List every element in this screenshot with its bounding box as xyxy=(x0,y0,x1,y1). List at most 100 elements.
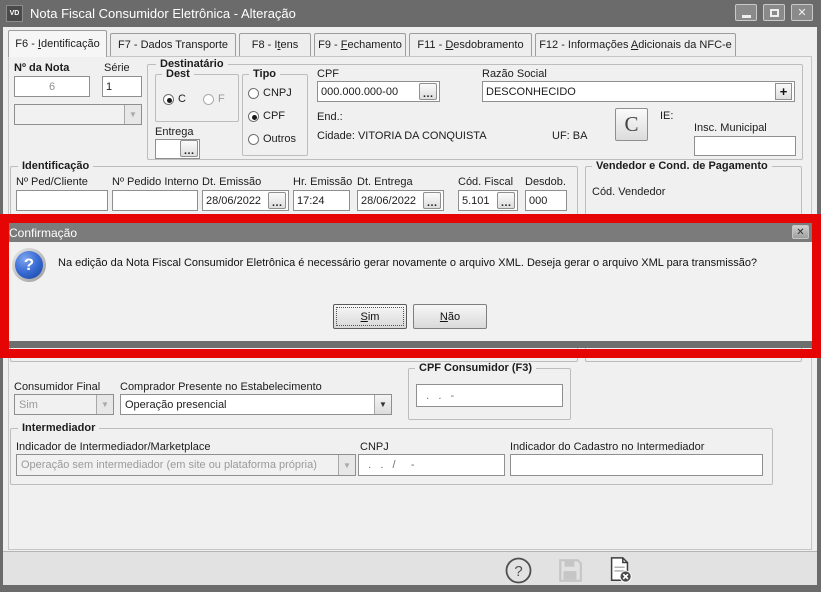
tipo-subgroup-title: Tipo xyxy=(249,68,281,80)
cadastro-intermediador-label: Indicador do Cadastro no Intermediador xyxy=(510,441,705,453)
comprador-presente-combo[interactable]: Operação presencial xyxy=(120,394,392,415)
nota-label: Nº da Nota xyxy=(14,62,70,74)
tab-f12-informacoes-adicionais[interactable]: F12 - Informações Adicionais da NFC-e xyxy=(535,33,736,56)
app-window: VD Nota Fiscal Consumidor Eletrônica - A… xyxy=(0,0,821,592)
dt-entrega-picker-button[interactable] xyxy=(423,192,441,209)
consumidor-final-label: Consumidor Final xyxy=(14,381,101,393)
radio-icon xyxy=(248,110,259,122)
help-button[interactable]: ? xyxy=(504,556,532,584)
cnpj-intermediador-field[interactable]: . . / - xyxy=(358,454,505,476)
cnpj-intermediador-label: CNPJ xyxy=(360,441,389,453)
indicador-intermediador-label: Indicador de Intermediador/Marketplace xyxy=(16,441,211,453)
comprador-presente-label: Comprador Presente no Estabelecimento xyxy=(120,381,322,393)
cancel-document-button[interactable] xyxy=(606,556,634,584)
tab-f8-itens[interactable]: F8 - Itens xyxy=(239,33,311,56)
tab-f7-dados-transporte[interactable]: F7 - Dados Transporte xyxy=(110,33,236,56)
uf-text: UF: BA xyxy=(552,130,588,142)
confirmation-dialog: Confirmação Na edição da Nota Fiscal Con… xyxy=(2,221,814,348)
tab-f6-identificacao[interactable]: F6 - Identificação xyxy=(8,30,107,57)
maximize-button[interactable] xyxy=(763,4,785,21)
radio-tipo-cnpj[interactable]: CNPJ xyxy=(248,87,292,99)
save-icon xyxy=(559,559,582,582)
dt-emissao-field[interactable]: 28/06/2022 xyxy=(202,190,289,211)
cpf-consumidor-field[interactable]: . . - xyxy=(416,384,563,407)
razao-social-add-button[interactable] xyxy=(775,83,792,100)
dialog-yes-button[interactable]: Sim xyxy=(333,304,407,329)
consumidor-c-button[interactable]: C xyxy=(615,108,648,141)
intermediador-group-title: Intermediador xyxy=(18,422,100,434)
chevron-down-icon xyxy=(124,105,141,124)
dialog-titlebar: Confirmação xyxy=(4,223,812,242)
dialog-message: Na edição da Nota Fiscal Consumidor Elet… xyxy=(58,257,758,269)
radio-dest-c[interactable]: C xyxy=(163,93,186,105)
cpf-consumidor-group-title: CPF Consumidor (F3) xyxy=(415,362,537,374)
dt-emissao-label: Dt. Emissão xyxy=(202,176,262,188)
cod-vendedor-label: Cód. Vendedor xyxy=(592,186,666,198)
cod-fiscal-label: Cód. Fiscal xyxy=(458,176,514,188)
serie-field[interactable]: 1 xyxy=(102,76,142,97)
window-title: Nota Fiscal Consumidor Eletrônica - Alte… xyxy=(30,6,296,21)
dt-emissao-picker-button[interactable] xyxy=(268,192,286,209)
chevron-down-icon xyxy=(374,395,391,414)
minimize-icon xyxy=(741,15,751,18)
insc-municipal-label: Insc. Municipal xyxy=(694,122,767,134)
razao-social-label: Razão Social xyxy=(482,68,547,80)
consumidor-final-combo[interactable]: Sim xyxy=(14,394,114,415)
cpf-field[interactable]: 000.000.000-00 xyxy=(317,81,440,102)
radio-icon xyxy=(203,93,214,105)
cpf-label: CPF xyxy=(317,68,339,80)
razao-social-field[interactable]: DESCONHECIDO xyxy=(482,81,795,102)
app-icon: VD xyxy=(6,5,23,22)
vendedor-group-title: Vendedor e Cond. de Pagamento xyxy=(592,160,772,172)
pedido-interno-label: Nº Pedido Interno xyxy=(112,176,199,188)
entrega-label: Entrega xyxy=(155,126,194,138)
serie-label: Série xyxy=(104,62,130,74)
radio-dest-f[interactable]: F xyxy=(203,93,225,105)
hr-emissao-field[interactable]: 17:24 xyxy=(293,190,350,211)
hr-emissao-label: Hr. Emissão xyxy=(293,176,353,188)
dialog-title: Confirmação xyxy=(9,225,78,240)
identificacao-group-title: Identificação xyxy=(18,160,94,172)
ped-cliente-field[interactable] xyxy=(16,190,108,211)
insc-municipal-field[interactable] xyxy=(694,136,796,156)
window-titlebar: VD Nota Fiscal Consumidor Eletrônica - A… xyxy=(0,0,821,27)
save-button[interactable] xyxy=(556,556,584,584)
radio-icon xyxy=(163,93,174,105)
chevron-down-icon xyxy=(96,395,113,414)
bottom-toolbar xyxy=(3,551,817,585)
nota-extra-combo[interactable] xyxy=(14,104,142,125)
dt-entrega-field[interactable]: 28/06/2022 xyxy=(357,190,444,211)
dest-subgroup-title: Dest xyxy=(162,68,194,80)
ie-label: IE: xyxy=(660,110,674,122)
close-button[interactable] xyxy=(791,4,813,21)
help-icon: ? xyxy=(505,557,531,583)
radio-icon xyxy=(248,87,259,99)
maximize-icon xyxy=(769,8,779,17)
dt-entrega-label: Dt. Entrega xyxy=(357,176,413,188)
cidade-text: Cidade: VITORIA DA CONQUISTA xyxy=(317,130,487,142)
cpf-picker-button[interactable] xyxy=(419,83,437,100)
cod-fiscal-field[interactable]: 5.101 xyxy=(458,190,518,211)
ped-cliente-label: Nº Ped/Cliente xyxy=(16,176,88,188)
endereco-label: End.: xyxy=(317,111,343,123)
dialog-no-button[interactable]: Não xyxy=(413,304,487,329)
desdob-field[interactable]: 000 xyxy=(525,190,567,211)
question-icon xyxy=(12,248,46,282)
cod-fiscal-picker-button[interactable] xyxy=(497,192,515,209)
tab-f9-fechamento[interactable]: F9 - Fechamento xyxy=(314,33,406,56)
radio-tipo-cpf[interactable]: CPF xyxy=(248,110,285,122)
chevron-down-icon xyxy=(338,455,355,475)
desdob-label: Desdob. xyxy=(525,176,566,188)
minimize-button[interactable] xyxy=(735,4,757,21)
pedido-interno-field[interactable] xyxy=(112,190,198,211)
cadastro-intermediador-field[interactable] xyxy=(510,454,763,476)
tab-f11-desdobramento[interactable]: F11 - Desdobramento xyxy=(409,33,532,56)
dialog-close-button[interactable] xyxy=(792,225,809,239)
entrega-picker-button[interactable] xyxy=(180,140,198,157)
radio-tipo-outros[interactable]: Outros xyxy=(248,133,296,145)
radio-icon xyxy=(248,133,259,145)
nota-field[interactable]: 6 xyxy=(14,76,90,97)
indicador-intermediador-combo[interactable]: Operação sem intermediador (em site ou p… xyxy=(16,454,356,476)
svg-text:?: ? xyxy=(514,563,522,580)
cancel-document-icon xyxy=(610,557,632,583)
